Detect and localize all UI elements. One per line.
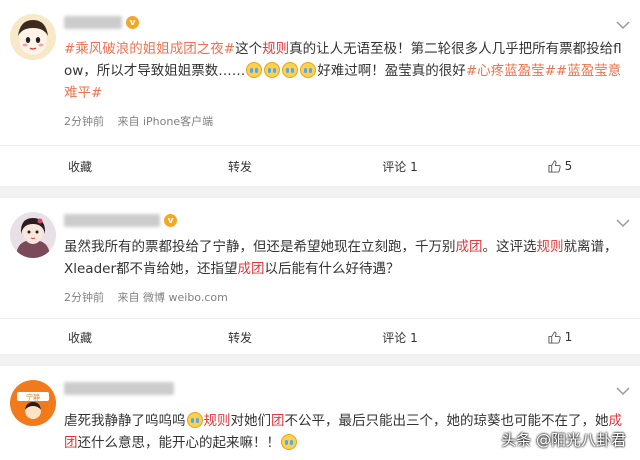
- vip-icon: v: [164, 214, 177, 227]
- crying-emoji-icon: [282, 62, 299, 78]
- collect-button[interactable]: 收藏: [0, 146, 160, 186]
- text-span: 好难过啊！盈莹真的很好: [317, 63, 466, 79]
- avatar[interactable]: 宁静: [10, 380, 56, 426]
- avatar[interactable]: [10, 212, 56, 258]
- username[interactable]: [64, 382, 174, 395]
- comment-text: 虽然我所有的票都投给了宁静，但还是希望她现在立刻跑，千万别成团。这评选规则就离谱…: [64, 236, 626, 280]
- keyword-highlight: 成团: [455, 239, 483, 255]
- username-blurred: [64, 16, 122, 29]
- username-blurred: [64, 214, 160, 227]
- text-span: 虐死我静静了呜呜呜: [64, 413, 186, 429]
- hashtag-link[interactable]: #乘风破浪的姐姐成团之夜#: [64, 41, 235, 57]
- collect-label: 收藏: [67, 330, 92, 345]
- action-bar: 收藏 转发 评论 1 5: [0, 146, 640, 186]
- keyword-highlight: 规则: [203, 413, 231, 429]
- like-button[interactable]: 5: [480, 146, 640, 186]
- like-button[interactable]: 1: [480, 319, 640, 355]
- text-span: 虽然我所有的票都投给了宁静，但还是希望她现在立刻跑，千万别: [64, 239, 456, 255]
- crying-emoji-icon: [246, 62, 263, 78]
- svg-text:宁静: 宁静: [26, 393, 40, 402]
- username[interactable]: v: [64, 214, 177, 227]
- share-button[interactable]: 转发: [160, 146, 320, 186]
- text-span: 不公平，最后只能出三个，她的琼葵也可能不在了，她: [284, 413, 609, 429]
- timestamp: 2分钟前: [64, 291, 104, 304]
- comment-button[interactable]: 评论 1: [320, 146, 480, 186]
- chevron-down-icon[interactable]: [616, 20, 630, 30]
- text-span: 以后能有什么好待遇？: [264, 261, 400, 277]
- like-count: 5: [564, 159, 573, 173]
- timestamp: 2分钟前: [64, 115, 104, 128]
- collect-button[interactable]: 收藏: [0, 319, 160, 355]
- thumbs-up-icon: [548, 159, 561, 173]
- share-button[interactable]: 转发: [160, 319, 320, 355]
- crying-emoji-icon: [186, 412, 203, 428]
- vip-icon: v: [126, 16, 139, 29]
- text-span: 。这评选: [482, 239, 537, 255]
- avatar[interactable]: [10, 14, 56, 60]
- share-label: 转发: [227, 159, 252, 174]
- collect-label: 收藏: [67, 159, 92, 174]
- text-span: 对她们: [230, 413, 272, 429]
- username[interactable]: v: [64, 16, 139, 29]
- keyword-highlight: 规则: [262, 41, 290, 57]
- thumbs-up-icon: [548, 330, 561, 344]
- keyword-highlight: 成团: [237, 261, 265, 277]
- chevron-down-icon[interactable]: [616, 386, 630, 396]
- text-span: 还什么意思，能开心的起来嘛！！: [77, 435, 281, 451]
- comment-meta: 2分钟前 来自 iPhone客户端: [64, 113, 223, 129]
- crying-emoji-icon: [300, 62, 317, 78]
- like-count: 1: [564, 330, 573, 344]
- comment-meta: 2分钟前 来自 微博 weibo.com: [64, 289, 238, 305]
- action-bar: 收藏 转发 评论 1 1: [0, 319, 640, 355]
- comment-button[interactable]: 评论 1: [320, 319, 480, 355]
- chevron-down-icon[interactable]: [616, 218, 630, 228]
- source: 来自 iPhone客户端: [117, 115, 214, 128]
- comment-text: #乘风破浪的姐姐成团之夜#这个规则真的让人无语至极！第二轮很多人几乎把所有票都投…: [64, 38, 626, 104]
- text-span: 这个: [235, 41, 263, 57]
- comment-card-2: v 虽然我所有的票都投给了宁静，但还是希望她现在立刻跑，千万别成团。这评选规则就…: [0, 198, 640, 354]
- username-blurred: [64, 382, 174, 395]
- keyword-highlight: 团: [271, 413, 285, 429]
- crying-emoji-icon: [281, 434, 297, 450]
- keyword-highlight: 规则: [536, 239, 564, 255]
- watermark: 头条 @阳光八卦君: [501, 431, 626, 449]
- share-label: 转发: [227, 330, 252, 345]
- comment-card-1: v #乘风破浪的姐姐成团之夜#这个规则真的让人无语至极！第二轮很多人几乎把所有票…: [0, 0, 640, 186]
- source: 来自 微博 weibo.com: [117, 291, 228, 304]
- crying-emoji-icon: [264, 62, 281, 78]
- comment-label: 评论 1: [382, 330, 418, 345]
- comment-label: 评论 1: [382, 159, 418, 174]
